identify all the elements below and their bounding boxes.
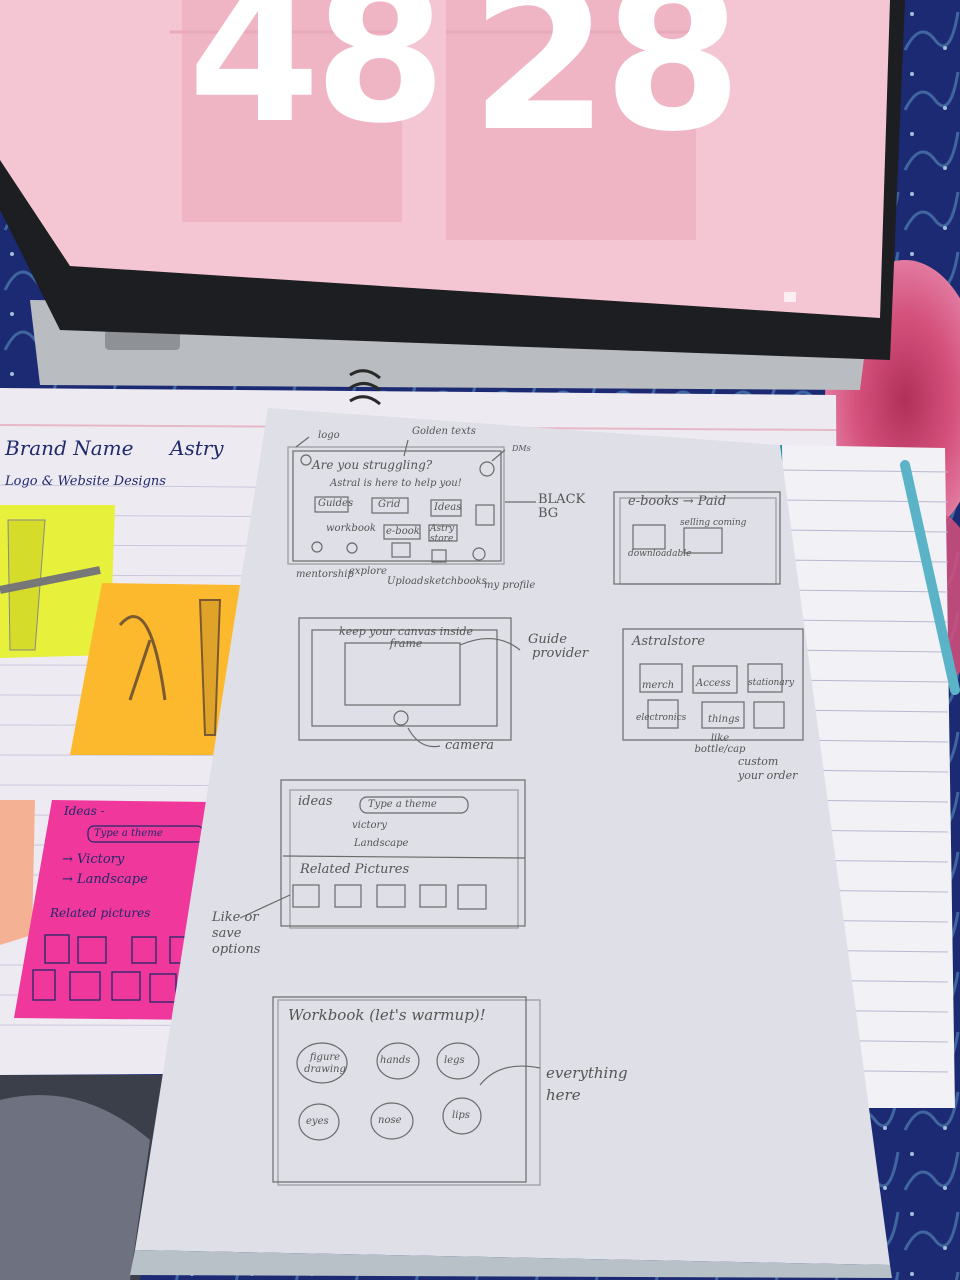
home-headline: Are you struggling? [312, 458, 433, 472]
store-note-like: like bottle/cap [694, 733, 746, 755]
sticky-search: Type a theme [94, 828, 163, 839]
ebooks-note-selling: selling coming [680, 518, 747, 528]
ideas-search: Type a theme [368, 799, 437, 810]
ebooks-note-downloadable: downloadable [628, 549, 692, 559]
canvas-title: keep your canvas inside frame [339, 625, 473, 650]
ebooks-title: e-books → Paid [628, 494, 727, 509]
note-golden-texts: Golden texts [412, 426, 476, 437]
workbook-title: Workbook (let's warmup)! [288, 1006, 486, 1024]
tile-ebook: e-book [386, 526, 420, 537]
note-dms: DMs [512, 444, 531, 453]
tile-grid: Grid [378, 499, 401, 510]
store-note-custom: custom your order [738, 755, 798, 782]
ideas-item-victory: victory [352, 820, 387, 831]
workbook-lips: lips [452, 1110, 470, 1121]
note-black-bg: BLACK BG [538, 492, 586, 521]
nav-my-profile: my profile [484, 580, 536, 591]
store-cell-access: Access [696, 678, 731, 689]
home-subline: Astral is here to help you! [330, 478, 462, 489]
brand-label: Brand Name [5, 436, 134, 460]
store-title: Astralstore [632, 634, 706, 649]
sketch-paper [135, 408, 890, 1265]
workbook-legs: legs [444, 1055, 465, 1066]
tile-guides: Guides [318, 498, 354, 509]
brand-value: Astry [170, 436, 224, 460]
workbook-figure-drawing: figure drawing [304, 1052, 346, 1075]
nav-upload: Upload [387, 576, 424, 587]
workbook-nose: nose [378, 1115, 402, 1126]
sticky-title: Ideas - [64, 804, 105, 818]
note-provider: provider [532, 646, 589, 661]
nav-mentorship: mentorship [296, 569, 354, 580]
sticky-item-landscape: → Landscape [62, 872, 148, 887]
store-cell-merch: merch [642, 680, 675, 691]
tile-ideas: Ideas [434, 502, 462, 513]
store-cell-stationary: stationary [748, 678, 795, 688]
nav-sketchbooks: sketchbooks [424, 576, 487, 587]
tile-astry-store: Astry store [430, 524, 455, 544]
sticky-item-victory: → Victory [62, 852, 125, 867]
note-guide: Guide [528, 632, 567, 647]
workbook-note: everything here [546, 1064, 628, 1104]
tile-workbook: workbook [326, 523, 376, 534]
ideas-title: ideas [298, 794, 333, 809]
photo-scene: 48 28 Brand Name Astry Logo & Website De… [0, 0, 960, 1280]
workbook-hands: hands [380, 1055, 411, 1066]
workbook-eyes: eyes [306, 1116, 329, 1127]
sticky-peach [0, 800, 35, 945]
ideas-related: Related Pictures [300, 862, 410, 877]
note-logo: logo [318, 430, 340, 441]
nav-explore: explore [349, 566, 387, 577]
ideas-item-landscape: Landscape [354, 838, 409, 849]
clock-minutes: 28 [470, 0, 742, 176]
store-cell-things: things [708, 714, 740, 725]
note-camera: camera [445, 738, 495, 753]
ideas-note-like: Like or save options [212, 910, 261, 957]
clock-hours: 48 [188, 0, 446, 165]
store-cell-electronics: electronics [636, 713, 687, 723]
sticky-related: Related pictures [50, 906, 151, 920]
notebook-subtitle: Logo & Website Designs [5, 474, 166, 489]
